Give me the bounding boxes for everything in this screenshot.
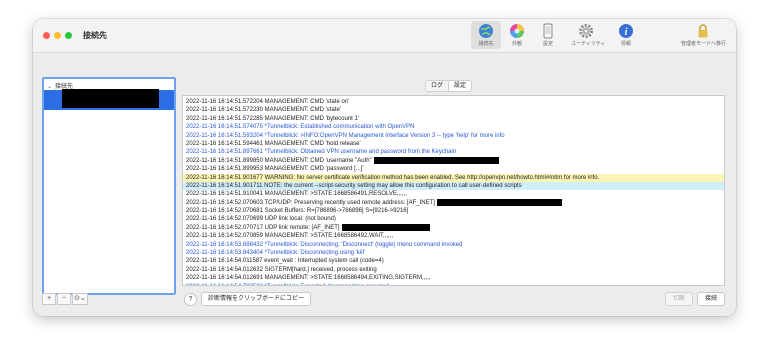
- log-line-text: 2022-11-16 16:14:54.011587 event_wait : …: [186, 258, 384, 265]
- log-line: 2022-11-16 16:14:51.593204 *Tunnelblick:…: [183, 132, 724, 140]
- color-wheel-icon: [509, 23, 525, 39]
- log-line-text: 2022-11-16 16:14:52.070859 MANAGEMENT: >…: [186, 233, 394, 240]
- log-line: 2022-11-16 16:14:53.843404 *Tunnelblick:…: [183, 249, 724, 257]
- log-line: 2022-11-16 16:14:54.011587 event_wait : …: [183, 257, 724, 265]
- tab-log[interactable]: ログ: [426, 81, 450, 91]
- toolbar-label: 情報: [620, 41, 631, 47]
- close-window-button[interactable]: [43, 32, 50, 39]
- log-line: 2022-11-16 16:14:52.070603 TCP/UDP: Pres…: [183, 198, 724, 207]
- toolbar-label: 設定: [542, 41, 553, 47]
- log-line: 2022-11-16 16:14:52.070717 UDP link remo…: [183, 223, 724, 232]
- log-line-text: 2022-11-16 16:14:51.594461 MANAGEMENT: C…: [186, 140, 361, 147]
- log-view[interactable]: 2022-11-16 16:14:51.572204 MANAGEMENT: C…: [182, 95, 725, 286]
- log-line: 2022-11-16 16:14:54.782536 *Tunnelblick:…: [183, 283, 724, 285]
- toolbar-connections[interactable]: 接続先: [471, 21, 501, 49]
- toolbar-label: 接続先: [478, 41, 494, 47]
- log-line-text: 2022-11-16 16:14:51.901677 WARNING: No s…: [186, 174, 600, 181]
- redacted-connection-name: [62, 89, 159, 108]
- log-line: 2022-11-16 16:14:54.012632 SIGTERM[hard,…: [183, 266, 724, 274]
- minimize-window-button[interactable]: [54, 32, 61, 39]
- log-line-text: 2022-11-16 16:14:51.897661 *Tunnelblick:…: [186, 149, 457, 156]
- log-line-text: 2022-11-16 16:14:51.572285 MANAGEMENT: C…: [186, 115, 359, 122]
- log-line: 2022-11-16 16:14:51.901711 NOTE: the cur…: [183, 181, 724, 191]
- log-line: 2022-11-16 16:14:51.910041 MANAGEMENT: >…: [183, 190, 724, 198]
- log-line-text: 2022-11-16 16:14:51.899850 MANAGEMENT: C…: [186, 157, 372, 164]
- log-line-text: 2022-11-16 16:14:51.574075 *Tunnelblick:…: [186, 124, 415, 131]
- toolbar-label: 外観: [511, 41, 522, 47]
- detail-tabs: ログ 設定: [425, 80, 473, 92]
- log-line-text: 2022-11-16 16:14:52.070681 Socket Buffer…: [186, 208, 409, 215]
- log-line-text: 2022-11-16 16:14:54.012632 SIGTERM[hard,…: [186, 266, 377, 273]
- toolbar-admin-mode[interactable]: 管理者モードへ移行: [681, 23, 727, 47]
- sidebar-button-bar: + − ⊙⌄: [42, 293, 89, 305]
- redacted-text: [373, 156, 499, 164]
- log-line: 2022-11-16 16:14:51.594461 MANAGEMENT: C…: [183, 140, 724, 148]
- log-line-text: 2022-11-16 16:14:51.572204 MANAGEMENT: C…: [186, 99, 350, 105]
- log-line: 2022-11-16 16:14:53.698432 *Tunnelblick:…: [183, 241, 724, 249]
- connection-item-selected[interactable]: [44, 89, 174, 110]
- lock-icon: [695, 23, 711, 39]
- log-line: 2022-11-16 16:14:52.070699 UDP link loca…: [183, 215, 724, 223]
- log-line-text: 2022-11-16 16:14:52.070717 UDP link remo…: [186, 224, 340, 231]
- log-line: 2022-11-16 16:14:51.572285 MANAGEMENT: C…: [183, 115, 724, 123]
- log-line-text: 2022-11-16 16:14:53.843404 *Tunnelblick:…: [186, 250, 366, 257]
- tab-settings[interactable]: 設定: [449, 81, 471, 91]
- globe-icon: [478, 23, 494, 39]
- log-line: 2022-11-16 16:14:51.572204 MANAGEMENT: C…: [183, 98, 724, 106]
- connect-button[interactable]: 接続: [697, 292, 725, 306]
- log-line-text: 2022-11-16 16:14:51.572230 MANAGEMENT: C…: [186, 107, 341, 114]
- log-line-text: 2022-11-16 16:14:54.782536 *Tunnelblick:…: [186, 284, 390, 285]
- log-line: 2022-11-16 16:14:51.899953 MANAGEMENT: C…: [183, 165, 724, 173]
- toolbar-label: 管理者モードへ移行: [681, 41, 727, 47]
- remove-connection-button[interactable]: −: [57, 293, 71, 305]
- log-line-text: 2022-11-16 16:14:52.070699 UDP link loca…: [186, 216, 336, 223]
- log-line-text: 2022-11-16 16:14:54.012691 MANAGEMENT: >…: [186, 275, 431, 282]
- help-button[interactable]: ?: [184, 293, 197, 306]
- titlebar: 接続先 接続先 外観 設定 ユーティリティ i 情報 管理者モードへ移行: [33, 19, 736, 53]
- info-icon: i: [618, 23, 634, 39]
- log-line-text: 2022-11-16 16:14:51.899953 MANAGEMENT: C…: [186, 166, 364, 173]
- log-line: 2022-11-16 16:14:51.899850 MANAGEMENT: C…: [183, 156, 724, 165]
- disconnect-button[interactable]: 切断: [665, 292, 693, 306]
- log-line-text: 2022-11-16 16:14:51.593204 *Tunnelblick:…: [186, 132, 505, 139]
- log-line: 2022-11-16 16:14:52.070681 Socket Buffer…: [183, 207, 724, 215]
- app-window: 接続先 接続先 外観 設定 ユーティリティ i 情報 管理者モードへ移行 ⌄ 接…: [33, 19, 736, 316]
- chevron-down-icon[interactable]: ⌄: [47, 83, 55, 90]
- toolbar-label: ユーティリティ: [571, 41, 606, 47]
- zoom-window-button[interactable]: [65, 32, 72, 39]
- svg-text:i: i: [625, 27, 628, 38]
- log-line-text: 2022-11-16 16:14:52.070603 TCP/UDP: Pres…: [186, 199, 435, 206]
- log-line: 2022-11-16 16:14:54.012691 MANAGEMENT: >…: [183, 274, 724, 282]
- gear-icon: [578, 23, 594, 39]
- log-line: 2022-11-16 16:14:52.070859 MANAGEMENT: >…: [183, 232, 724, 240]
- log-line-text: 2022-11-16 16:14:51.901711 NOTE: the cur…: [186, 182, 522, 189]
- window-title: 接続先: [83, 31, 107, 40]
- connections-list[interactable]: ⌄ 接続先: [42, 77, 176, 295]
- redacted-text: [341, 223, 430, 231]
- log-line: 2022-11-16 16:14:51.572230 MANAGEMENT: C…: [183, 106, 724, 114]
- add-connection-button[interactable]: +: [42, 293, 56, 305]
- redacted-text: [436, 198, 562, 206]
- toolbar-appearance[interactable]: 外観: [502, 23, 532, 47]
- toolbar-settings[interactable]: 設定: [533, 23, 563, 47]
- log-line-text: 2022-11-16 16:14:53.698432 *Tunnelblick:…: [186, 241, 463, 248]
- copy-diagnostics-button[interactable]: 診断情報をクリップボードにコピー: [201, 292, 312, 306]
- phone-settings-icon: [540, 23, 556, 39]
- toolbar-utilities[interactable]: ユーティリティ: [571, 23, 606, 47]
- log-line: 2022-11-16 16:14:51.574075 *Tunnelblick:…: [183, 123, 724, 131]
- toolbar-info[interactable]: i 情報: [611, 23, 641, 47]
- log-line: 2022-11-16 16:14:51.897661 *Tunnelblick:…: [183, 148, 724, 156]
- log-line-text: 2022-11-16 16:14:51.910041 MANAGEMENT: >…: [186, 191, 407, 198]
- connection-actions-menu[interactable]: ⊙⌄: [72, 293, 88, 305]
- log-line: 2022-11-16 16:14:51.901677 WARNING: No s…: [183, 173, 724, 182]
